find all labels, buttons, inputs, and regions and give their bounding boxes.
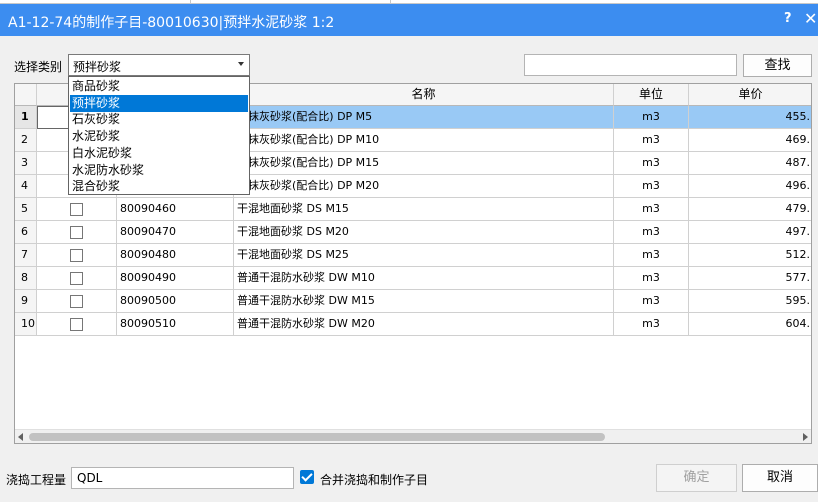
row-unit: m3 [614, 290, 689, 313]
row-number: 3 [15, 152, 37, 175]
header-price[interactable]: 单价 [689, 84, 811, 106]
row-name: 普通干混防水砂浆 DW M15 [234, 290, 614, 313]
category-label: 选择类别 [14, 60, 63, 74]
row-checkbox[interactable] [70, 295, 83, 308]
row-price: 487. [689, 152, 811, 175]
merge-checkbox[interactable] [300, 470, 314, 484]
row-code: 80090490 [117, 267, 234, 290]
row-select-cell[interactable] [37, 221, 117, 244]
merge-label[interactable]: 合并浇捣和制作子目 [320, 471, 428, 488]
row-name: 干混地面砂浆 DS M15 [234, 198, 614, 221]
row-number: 2 [15, 129, 37, 152]
header-unit[interactable]: 单位 [614, 84, 689, 106]
row-price: 469. [689, 129, 811, 152]
dropdown-option[interactable]: 水泥防水砂浆 [70, 162, 248, 179]
row-price: 604. [689, 313, 811, 336]
close-icon[interactable]: ✕ [804, 9, 817, 28]
dialog-titlebar: A1-12-74的制作子目-80010630|预拌水泥砂浆 1:2 ? ✕ [0, 4, 818, 36]
row-select-cell[interactable] [37, 244, 117, 267]
category-select-value: 预拌砂浆 [73, 60, 122, 74]
scroll-right-icon[interactable] [803, 433, 808, 441]
table-row[interactable]: 6 80090470 干混地面砂浆 DS M20 m3 497. [15, 221, 811, 244]
row-name: 普通干混防水砂浆 DW M10 [234, 267, 614, 290]
row-checkbox[interactable] [70, 249, 83, 262]
row-unit: m3 [614, 221, 689, 244]
row-unit: m3 [614, 313, 689, 336]
table-row[interactable]: 8 80090490 普通干混防水砂浆 DW M10 m3 577. [15, 267, 811, 290]
ok-button[interactable]: 确定 [656, 464, 737, 492]
scrollbar-thumb[interactable] [29, 433, 605, 441]
qty-input[interactable]: QDL [71, 467, 294, 489]
row-select-cell[interactable] [37, 290, 117, 313]
dropdown-option[interactable]: 石灰砂浆 [70, 111, 248, 128]
row-number: 7 [15, 244, 37, 267]
row-name: 混抹灰砂浆(配合比) DP M20 [234, 175, 614, 198]
row-unit: m3 [614, 152, 689, 175]
row-checkbox[interactable] [70, 318, 83, 331]
row-unit: m3 [614, 175, 689, 198]
row-price: 479. [689, 198, 811, 221]
header-name[interactable]: 名称 [234, 84, 614, 106]
header-rownum [15, 84, 37, 106]
help-icon[interactable]: ? [784, 11, 792, 26]
dropdown-option[interactable]: 预拌砂浆 [70, 94, 248, 112]
category-select[interactable]: 预拌砂浆 [68, 54, 250, 76]
horizontal-scrollbar[interactable] [15, 429, 811, 443]
row-checkbox[interactable] [70, 203, 83, 216]
dropdown-option[interactable]: 白水泥砂浆 [70, 145, 248, 162]
row-price: 455. [689, 106, 811, 129]
row-name: 普通干混防水砂浆 DW M20 [234, 313, 614, 336]
chevron-down-icon [238, 62, 244, 66]
row-number: 1 [15, 106, 37, 129]
row-code: 80090470 [117, 221, 234, 244]
row-checkbox[interactable] [70, 272, 83, 285]
dropdown-option[interactable]: 混合砂浆 [70, 178, 248, 195]
row-unit: m3 [614, 106, 689, 129]
row-number: 10 [15, 313, 37, 336]
row-code: 80090510 [117, 313, 234, 336]
table-row[interactable]: 9 80090500 普通干混防水砂浆 DW M15 m3 595. [15, 290, 811, 313]
row-price: 595. [689, 290, 811, 313]
row-name: 混抹灰砂浆(配合比) DP M15 [234, 152, 614, 175]
row-number: 5 [15, 198, 37, 221]
row-select-cell[interactable] [37, 267, 117, 290]
search-input[interactable] [524, 54, 737, 76]
row-price: 512. [689, 244, 811, 267]
row-price: 496. [689, 175, 811, 198]
row-number: 8 [15, 267, 37, 290]
row-name: 干混地面砂浆 DS M20 [234, 221, 614, 244]
row-name: 混抹灰砂浆(配合比) DP M5 [234, 106, 614, 129]
category-dropdown-list: 商品砂浆 预拌砂浆 石灰砂浆 水泥砂浆 白水泥砂浆 水泥防水砂浆 混合砂浆 [68, 76, 250, 195]
row-number: 9 [15, 290, 37, 313]
scroll-left-icon[interactable] [18, 433, 23, 441]
row-price: 577. [689, 267, 811, 290]
row-number: 6 [15, 221, 37, 244]
find-button[interactable]: 查找 [743, 54, 812, 77]
table-row[interactable]: 10 80090510 普通干混防水砂浆 DW M20 m3 604. [15, 313, 811, 336]
row-unit: m3 [614, 244, 689, 267]
row-unit: m3 [614, 129, 689, 152]
row-name: 干混地面砂浆 DS M25 [234, 244, 614, 267]
cancel-button[interactable]: 取消 [742, 464, 818, 492]
row-name: 混抹灰砂浆(配合比) DP M10 [234, 129, 614, 152]
dropdown-option[interactable]: 商品砂浆 [70, 78, 248, 95]
qty-label: 浇捣工程量 [6, 473, 67, 487]
table-row[interactable]: 7 80090480 干混地面砂浆 DS M25 m3 512. [15, 244, 811, 267]
row-select-cell[interactable] [37, 313, 117, 336]
row-number: 4 [15, 175, 37, 198]
row-checkbox[interactable] [70, 226, 83, 239]
row-unit: m3 [614, 267, 689, 290]
dialog-title: A1-12-74的制作子目-80010630|预拌水泥砂浆 1:2 [8, 15, 335, 31]
dropdown-option[interactable]: 水泥砂浆 [70, 128, 248, 145]
row-code: 80090500 [117, 290, 234, 313]
row-price: 497. [689, 221, 811, 244]
row-select-cell[interactable] [37, 198, 117, 221]
row-code: 80090460 [117, 198, 234, 221]
row-unit: m3 [614, 198, 689, 221]
table-row[interactable]: 5 80090460 干混地面砂浆 DS M15 m3 479. [15, 198, 811, 221]
row-code: 80090480 [117, 244, 234, 267]
